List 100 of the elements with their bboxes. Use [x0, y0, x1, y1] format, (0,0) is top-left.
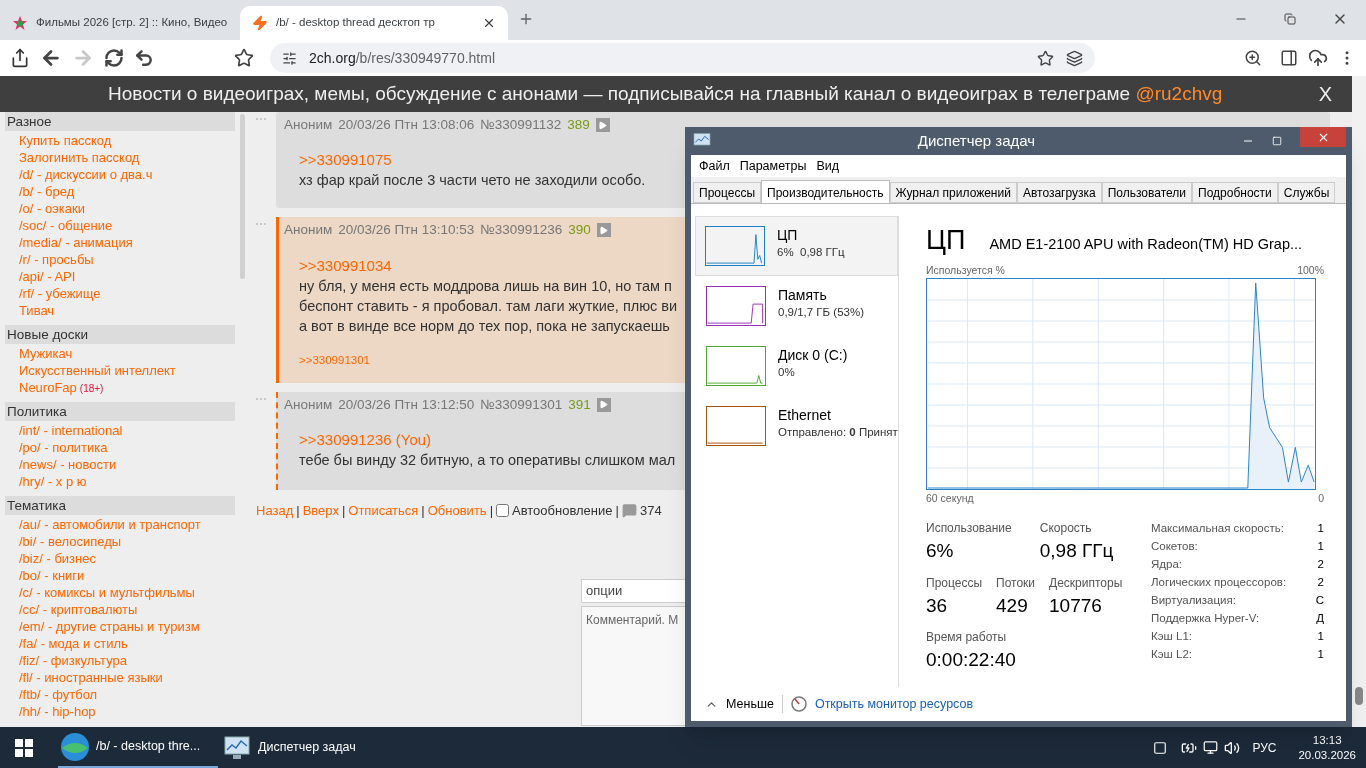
bookmark-icon[interactable]: [234, 48, 254, 68]
spec-value: 1: [1317, 629, 1324, 644]
board-link[interactable]: /hh/ - hip-hop: [19, 703, 96, 720]
side-panel-icon[interactable]: [1280, 49, 1298, 67]
board-link[interactable]: /au/ - автомобили и транспорт: [19, 516, 201, 533]
share-box-icon[interactable]: [10, 48, 30, 68]
board-link[interactable]: /bo/ - книги: [19, 567, 85, 584]
board-link[interactable]: Залогинить пасскод: [19, 149, 140, 166]
board-link[interactable]: /o/ - оэкаки: [19, 200, 86, 217]
clock[interactable]: 13:13 20.03.2026: [1298, 732, 1356, 763]
layers-icon[interactable]: [1066, 49, 1083, 67]
tab[interactable]: Автозагрузка: [1016, 182, 1102, 203]
tab[interactable]: Службы: [1277, 182, 1336, 203]
cloud-upload-icon[interactable]: [1308, 48, 1328, 68]
board-link[interactable]: /b/ - бред: [19, 183, 75, 200]
post-date: 20/03/26 Птн 13:08:06: [338, 116, 475, 134]
thread-nav-link[interactable]: Отписаться: [348, 501, 419, 521]
board-link[interactable]: /news/ - новости: [19, 456, 117, 473]
back-icon[interactable]: [40, 47, 62, 69]
fewer-details-button[interactable]: Меньше: [726, 694, 783, 714]
more-dots-icon[interactable]: [256, 223, 266, 226]
board-link[interactable]: /rf/ - убежище: [19, 285, 101, 302]
board-link[interactable]: /em/ - другие страны и туризм: [19, 618, 200, 635]
post-number[interactable]: №330991236: [480, 220, 563, 241]
stat-value: 429: [996, 593, 1029, 618]
more-dots-icon[interactable]: [256, 397, 266, 400]
notification-icon[interactable]: [1153, 740, 1168, 755]
volume-icon[interactable]: [1224, 739, 1241, 756]
board-link[interactable]: /r/ - просьбы: [19, 251, 94, 268]
spec-value: 2: [1317, 557, 1324, 572]
browser-tab[interactable]: /b/ - desktop thread десктоп тр: [240, 6, 508, 40]
reply-link[interactable]: >>330991075: [299, 150, 392, 171]
undo-icon[interactable]: [134, 48, 154, 68]
site-settings-icon[interactable]: [282, 50, 297, 66]
tab[interactable]: Производительность: [761, 180, 890, 204]
board-link[interactable]: Мужикач: [19, 345, 73, 362]
backlink[interactable]: >>330991301: [299, 351, 370, 369]
new-tab-icon[interactable]: [518, 11, 534, 27]
board-link[interactable]: /bi/ - велосипеды: [19, 533, 122, 550]
autoupdate-checkbox[interactable]: [496, 504, 509, 518]
board-link[interactable]: /fl/ - иностранные языки: [19, 669, 163, 686]
reload-icon[interactable]: [104, 48, 124, 68]
board-link[interactable]: /d/ - дискуссии о два.ч: [19, 166, 153, 183]
menu-item[interactable]: Параметры: [735, 156, 811, 176]
taskbar-button[interactable]: Диспетчер задач: [218, 727, 388, 768]
resource-item[interactable]: Диск 0 (C:) 0%: [695, 336, 898, 396]
scrollbar-thumb[interactable]: [1355, 687, 1363, 705]
thread-nav-link[interactable]: Обновить: [427, 501, 487, 521]
tab[interactable]: Журнал приложений: [889, 182, 1017, 203]
reply-link[interactable]: >>330991034: [299, 255, 392, 276]
tab[interactable]: Процессы: [693, 182, 761, 203]
graph-max: 100%: [1297, 262, 1324, 278]
board-link[interactable]: Тивач: [19, 302, 55, 319]
board-link[interactable]: /hry/ - х р ю: [19, 473, 87, 490]
star-icon[interactable]: [1037, 49, 1054, 67]
board-link[interactable]: /media/ - анимация: [19, 234, 133, 251]
banner-close-button[interactable]: X: [1318, 79, 1332, 109]
resource-item[interactable]: ЦП 6% 0,98 ГГц: [695, 216, 898, 276]
board-link[interactable]: Купить пасскод: [19, 132, 112, 149]
board-link[interactable]: /fa/ - мода и стиль: [19, 635, 128, 652]
maximize-icon[interactable]: [1272, 136, 1282, 146]
address-bar[interactable]: 2ch.org/b/res/330949770.html: [270, 43, 1095, 73]
section-header: Тематика: [5, 496, 235, 515]
play-icon[interactable]: [596, 223, 611, 238]
post-number[interactable]: №330991132: [480, 115, 562, 136]
resource-item[interactable]: Память 0,9/1,7 ГБ (53%): [695, 276, 898, 336]
board-link[interactable]: /int/ - international: [19, 422, 123, 439]
board-link[interactable]: /c/ - комиксы и мультфильмы: [19, 584, 195, 601]
board-link[interactable]: /ftb/ - футбол: [19, 686, 98, 703]
scrollbar-thumb[interactable]: [240, 114, 245, 279]
board-link[interactable]: /cc/ - криптовалюты: [19, 601, 138, 618]
menu-item[interactable]: Файл: [695, 156, 734, 176]
board-link[interactable]: /soc/ - общение: [19, 217, 113, 234]
resource-monitor-link[interactable]: Открыть монитор ресурсов: [814, 694, 974, 714]
start-icon[interactable]: [15, 738, 33, 757]
board-link[interactable]: /fiz/ - физкультура: [19, 652, 127, 669]
resource-item[interactable]: Ethernet Отправлено: 0 Принят: [695, 396, 898, 456]
tab[interactable]: Пользователи: [1101, 182, 1193, 203]
options-field[interactable]: опции: [581, 578, 685, 603]
thread-nav-link[interactable]: Назад: [256, 501, 294, 521]
zoom-icon[interactable]: [1244, 49, 1262, 67]
taskbar-button[interactable]: /b/ - desktop thre...: [58, 727, 218, 768]
reply-link[interactable]: >>330991236 (You): [299, 430, 432, 450]
board-link[interactable]: /api/ - API: [19, 268, 76, 285]
tab[interactable]: Подробности: [1192, 182, 1278, 203]
board-link[interactable]: Искусственный интеллект: [19, 362, 176, 379]
language-indicator[interactable]: РУС: [1252, 738, 1277, 757]
menu-item[interactable]: Вид: [812, 156, 843, 176]
network-icon[interactable]: [1203, 740, 1219, 755]
play-icon[interactable]: [595, 118, 610, 133]
board-link[interactable]: NeuroFap: [19, 379, 77, 396]
post-number[interactable]: №330991301: [480, 394, 563, 415]
restore-icon[interactable]: [1284, 13, 1296, 25]
separator-text: |: [489, 502, 493, 520]
thread-nav-link[interactable]: Вверх: [302, 501, 339, 521]
board-link[interactable]: /po/ - политика: [19, 439, 108, 456]
board-link[interactable]: /biz/ - бизнес: [19, 550, 96, 567]
play-icon[interactable]: [596, 397, 611, 412]
comment-field[interactable]: Комментарий. М: [581, 605, 685, 726]
close-icon[interactable]: [482, 16, 496, 30]
